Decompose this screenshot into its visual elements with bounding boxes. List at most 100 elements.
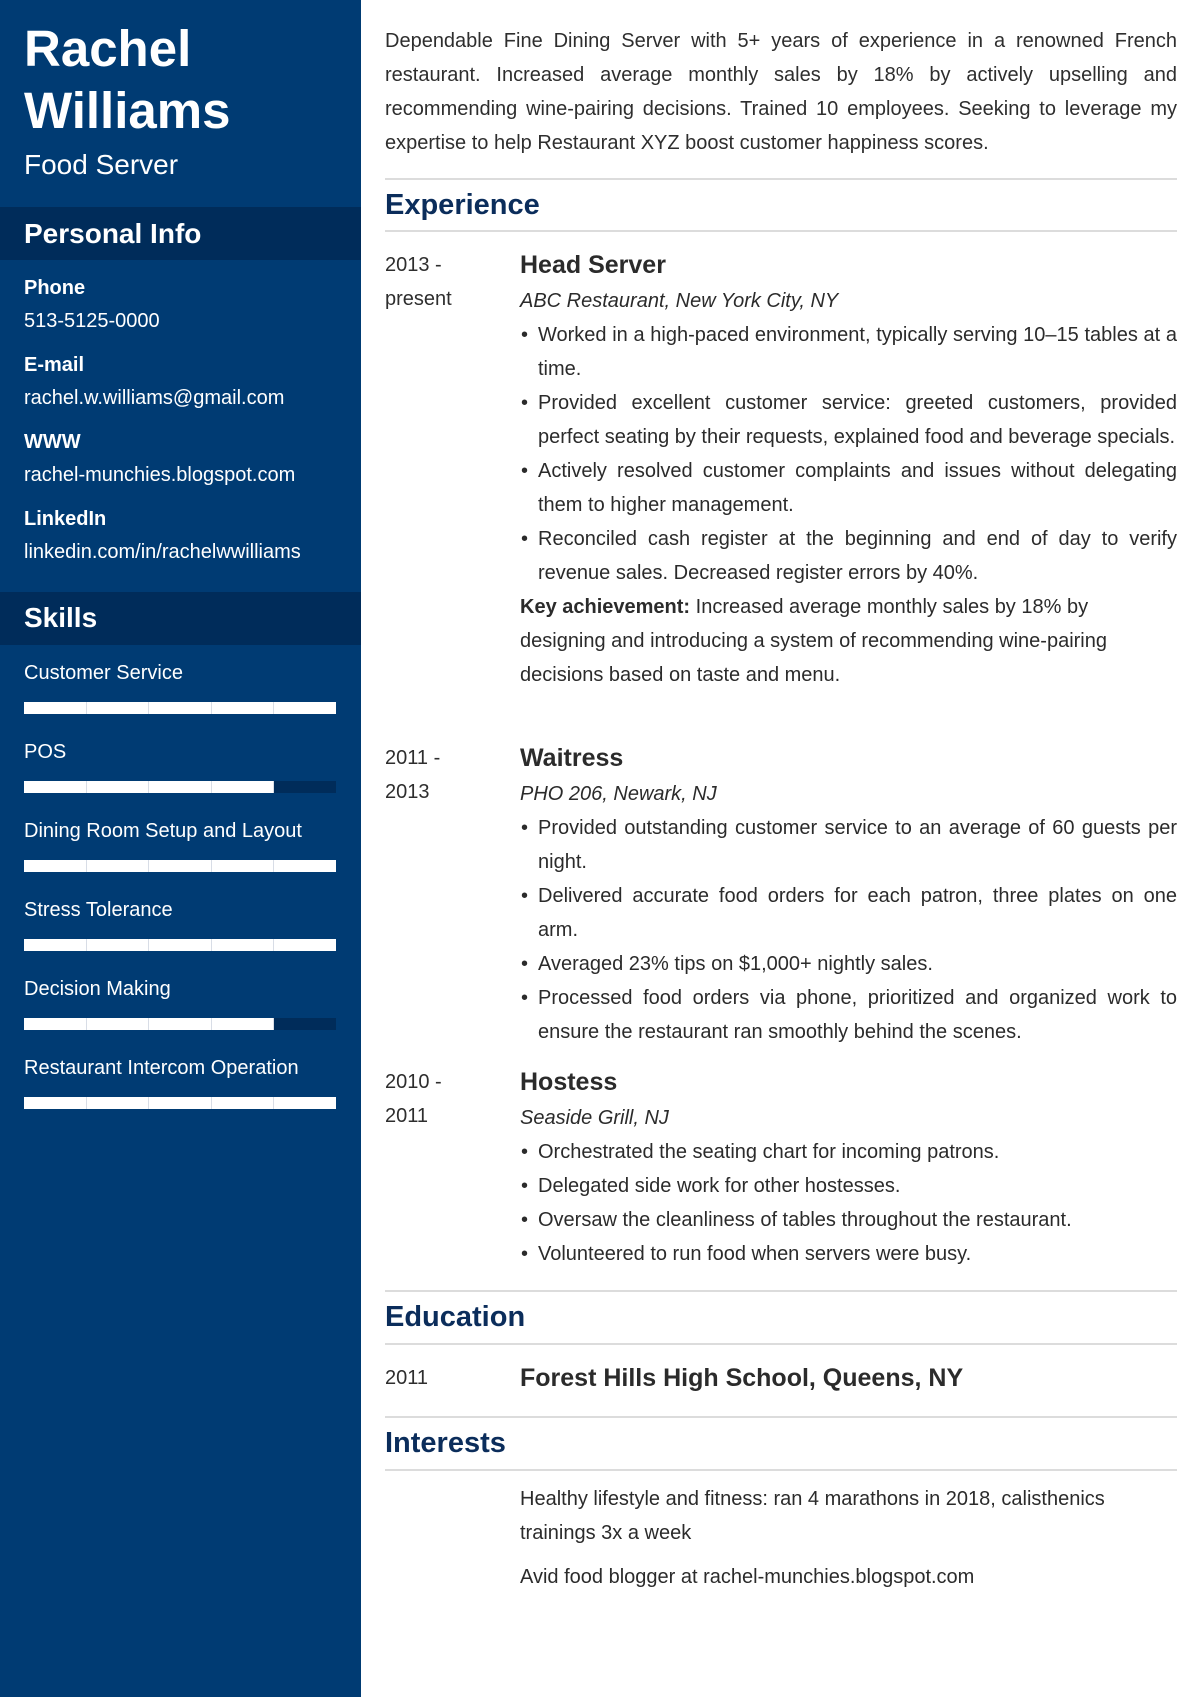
bullet-icon: • <box>521 1243 529 1265</box>
job-dates: 2011 - 2013 <box>385 741 495 809</box>
job-role: Food Server <box>24 149 179 180</box>
skill-level-bar <box>24 860 336 872</box>
job-body: Hostess Seaside Grill, NJ • Orchestrated … <box>520 1065 1177 1271</box>
bullet-item: • Delivered accurate food orders for each… <box>520 879 1177 947</box>
skills-title: Skills <box>24 602 98 633</box>
skill-segment-filled <box>211 702 275 714</box>
contact-www: WWW rachel-munchies.blogspot.com <box>24 426 344 492</box>
bullet-item: • Averaged 23% tips on $1,000+ nightly sa… <box>520 947 1177 981</box>
skill-name: Dining Room Setup and Layout <box>24 820 302 842</box>
interest-item: Avid food blogger at rachel-munchies.blo… <box>520 1566 975 1588</box>
skill-segment-filled <box>24 702 87 714</box>
last-name: Williams <box>24 82 231 139</box>
email-link[interactable]: rachel.w.williams@gmail.com <box>24 381 344 415</box>
skill-item: Decision Making <box>24 971 336 1050</box>
phone-value: 513-5125-0000 <box>24 310 160 332</box>
bullet-item: • Volunteered to run food when servers we… <box>520 1237 1177 1271</box>
job-title: Waitress <box>520 744 624 772</box>
bullet-item: • Delegated side work for other hostesses… <box>520 1169 1177 1203</box>
skill-segment-filled <box>211 1018 275 1030</box>
skill-segment-filled <box>24 1018 87 1030</box>
skill-segment-filled <box>86 860 150 872</box>
contact-label: E-mail <box>24 354 85 376</box>
job-bullets: • Orchestrated the seating chart for inco… <box>520 1135 1177 1271</box>
skill-name: Restaurant Intercom Operation <box>24 1057 299 1079</box>
sidebar: Rachel Williams Food Server Personal Inf… <box>0 0 361 1697</box>
divider <box>385 1469 1177 1471</box>
bullet-item: • Provided outstanding customer service t… <box>520 811 1177 879</box>
date-end: 2011 <box>385 1105 429 1127</box>
skill-name: Decision Making <box>24 978 171 1000</box>
contact-label: LinkedIn <box>24 508 107 530</box>
skill-segment-filled <box>149 939 212 951</box>
skill-segment-filled <box>149 860 212 872</box>
bullet-icon: • <box>521 817 529 839</box>
job-bullets: • Provided outstanding customer service t… <box>520 811 1177 1049</box>
skill-segment-filled <box>24 781 87 793</box>
divider <box>385 178 1177 180</box>
skill-item: POS <box>24 734 336 813</box>
bullet-icon: • <box>521 1209 529 1231</box>
divider <box>385 1343 1177 1345</box>
skill-segment-empty <box>274 1018 336 1030</box>
skills-header: Skills <box>0 592 361 645</box>
skill-segment-filled <box>86 781 150 793</box>
bullet-icon: • <box>521 460 529 482</box>
linkedin-link[interactable]: linkedin.com/in/rachelwwilliams <box>24 535 344 569</box>
job-company: Seaside Grill, NJ <box>520 1107 669 1129</box>
job-bullets: • Worked in a high-paced environment, typ… <box>520 318 1177 590</box>
website-link[interactable]: rachel-munchies.blogspot.com <box>24 458 344 492</box>
job-dates: 2013 - present <box>385 248 495 316</box>
summary: Dependable Fine Dining Server with 5+ ye… <box>385 30 1177 154</box>
skill-segment-filled <box>86 939 150 951</box>
full-name: Rachel Williams <box>24 18 230 142</box>
skill-segment-filled <box>149 1018 212 1030</box>
education-year: 2011 <box>385 1367 429 1389</box>
skill-segment-filled <box>274 939 336 951</box>
education-school: Forest Hills High School, Queens, NY <box>520 1364 964 1392</box>
bullet-item: • Worked in a high-paced environment, typ… <box>520 318 1177 386</box>
contact-list: Phone 513-5125-0000 E-mail rachel.w.will… <box>24 272 344 580</box>
skills-list: Customer Service POS Dining Room Setup and… <box>24 655 336 1129</box>
bullet-icon: • <box>521 324 529 346</box>
skill-name: Stress Tolerance <box>24 899 173 921</box>
skill-segment-filled <box>86 1097 150 1109</box>
bullet-item: • Reconciled cash register at the beginni… <box>520 522 1177 590</box>
key-achievement-label: Key achievement: <box>520 596 691 618</box>
job-title: Head Server <box>520 251 666 279</box>
skill-level-bar <box>24 702 336 714</box>
bullet-text: Reconciled cash register at the beginnin… <box>538 528 1177 584</box>
bullet-item: • Processed food orders via phone, priori… <box>520 981 1177 1049</box>
contact-label: WWW <box>24 431 81 453</box>
contact-linkedin: LinkedIn linkedin.com/in/rachelwwilliams <box>24 503 344 569</box>
education-body: Forest Hills High School, Queens, NY <box>520 1361 1177 1395</box>
bullet-text: Oversaw the cleanliness of tables throug… <box>538 1209 1072 1231</box>
divider <box>385 1416 1177 1418</box>
skill-item: Customer Service <box>24 655 336 734</box>
skill-segment-filled <box>149 781 212 793</box>
job-title: Hostess <box>520 1068 618 1096</box>
job-body: Waitress PHO 206, Newark, NJ • Provided o… <box>520 741 1177 1049</box>
interests-body: Healthy lifestyle and fitness: ran 4 mar… <box>520 1482 1177 1604</box>
skill-segment-filled <box>86 1018 150 1030</box>
contact-label: Phone <box>24 277 86 299</box>
first-name: Rachel <box>24 20 192 77</box>
bullet-text: Processed food orders via phone, priorit… <box>538 987 1177 1043</box>
bullet-icon: • <box>521 987 529 1009</box>
skill-segment-filled <box>211 860 275 872</box>
skill-level-bar <box>24 781 336 793</box>
personal-info-title: Personal Info <box>24 218 202 249</box>
skill-name: Customer Service <box>24 662 183 684</box>
interest-item: Healthy lifestyle and fitness: ran 4 mar… <box>520 1488 1105 1544</box>
date-start: 2011 - <box>385 747 441 769</box>
bullet-text: Provided excellent customer service: gre… <box>538 392 1177 448</box>
bullet-icon: • <box>521 885 529 907</box>
skill-segment-filled <box>274 860 336 872</box>
skill-segment-filled <box>149 1097 212 1109</box>
job-company: ABC Restaurant, New York City, NY <box>520 290 839 312</box>
bullet-item: • Oversaw the cleanliness of tables throu… <box>520 1203 1177 1237</box>
skill-segment-filled <box>274 1097 336 1109</box>
bullet-text: Worked in a high-paced environment, typi… <box>538 324 1177 380</box>
bullet-text: Delivered accurate food orders for each … <box>538 885 1177 941</box>
skill-segment-filled <box>24 860 87 872</box>
